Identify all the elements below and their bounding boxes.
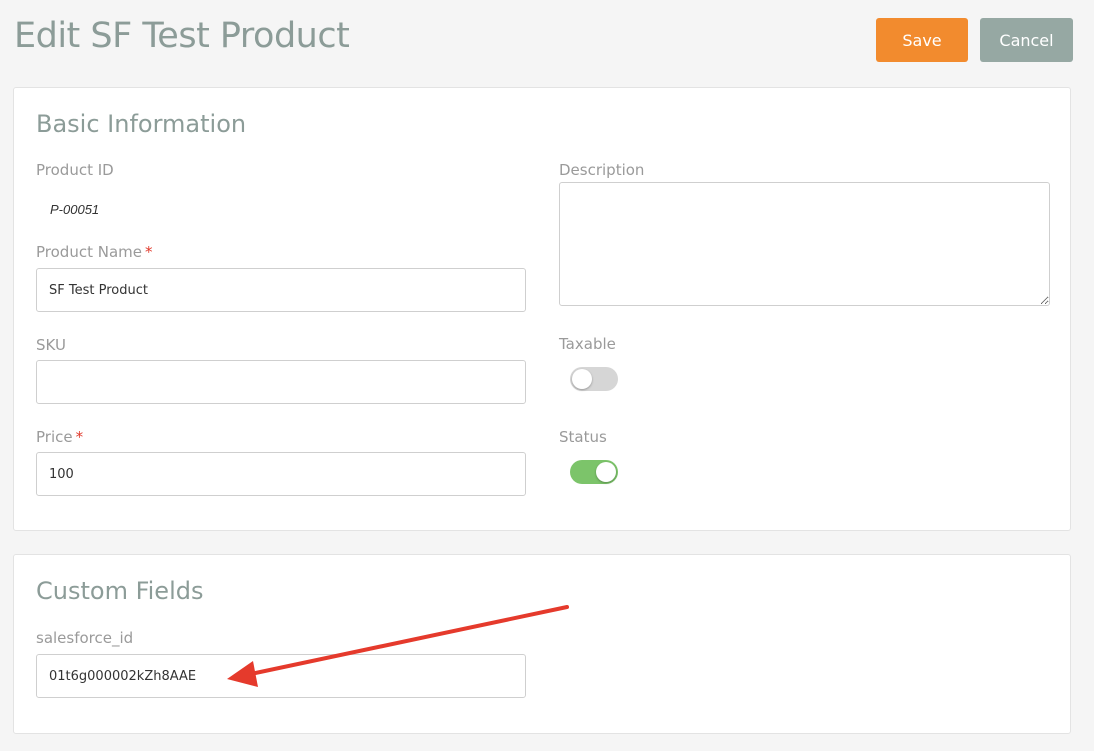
- save-button[interactable]: Save: [876, 18, 968, 62]
- price-input[interactable]: [36, 452, 526, 496]
- custom-fields-heading: Custom Fields: [36, 577, 204, 605]
- taxable-toggle[interactable]: [570, 367, 618, 391]
- price-label-text: Price: [36, 428, 73, 446]
- product-id-value: P-00051: [50, 202, 100, 217]
- product-id-label: Product ID: [36, 161, 114, 179]
- description-textarea[interactable]: [559, 182, 1050, 306]
- product-name-label-text: Product Name: [36, 243, 142, 261]
- taxable-label: Taxable: [559, 335, 616, 353]
- custom-fields-card: Custom Fields salesforce_id: [13, 554, 1071, 734]
- basic-information-heading: Basic Information: [36, 110, 247, 138]
- sku-input[interactable]: [36, 360, 526, 404]
- product-name-label: Product Name *: [36, 243, 152, 261]
- taxable-toggle-knob: [572, 369, 592, 389]
- status-toggle[interactable]: [570, 460, 618, 484]
- price-required-marker: *: [75, 428, 84, 446]
- status-toggle-knob: [596, 462, 616, 482]
- description-label: Description: [559, 161, 645, 179]
- salesforce-id-input[interactable]: [36, 654, 526, 698]
- cancel-button[interactable]: Cancel: [980, 18, 1073, 62]
- price-label: Price *: [36, 428, 83, 446]
- page-title: Edit SF Test Product: [14, 16, 350, 56]
- salesforce-id-label: salesforce_id: [36, 629, 134, 647]
- status-label: Status: [559, 428, 607, 446]
- product-name-required-marker: *: [144, 243, 153, 261]
- sku-label: SKU: [36, 336, 66, 354]
- basic-information-card: Basic Information Product ID P-00051 Pro…: [13, 87, 1071, 531]
- product-name-input[interactable]: [36, 268, 526, 312]
